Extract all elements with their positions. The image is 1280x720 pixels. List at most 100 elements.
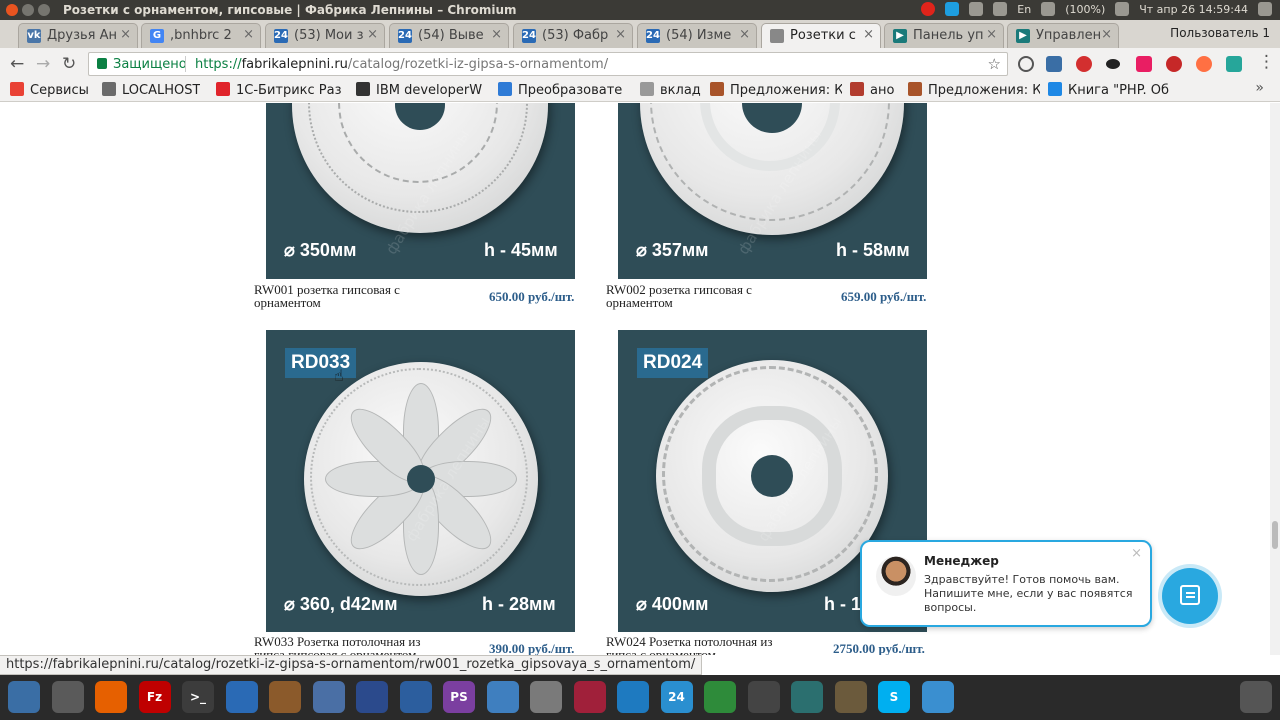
bookmark-item[interactable]: вклад [640,82,701,98]
bookmark-item[interactable]: ано [850,82,894,98]
skype-tray-icon[interactable] [945,2,960,16]
chat-close-icon[interactable]: × [1131,546,1142,561]
teal-extension-icon[interactable] [1226,56,1242,72]
bookmark-item[interactable]: LOCALHOST [102,82,200,98]
chat-popup[interactable]: Менеджер Здравствуйте! Готов помочь вам.… [860,540,1152,627]
product-code-badge: RD033 [285,348,357,378]
volume-icon[interactable] [1115,2,1130,16]
bookmark-item[interactable]: Преобразовате [498,82,622,98]
product-image-rw001[interactable]: фабрика лепнины ⌀ 350мм h - 45мм [266,103,575,279]
pink-extension-icon[interactable] [1136,56,1152,72]
network-app-icon[interactable] [312,681,345,713]
blender-app-icon[interactable] [399,681,432,713]
record-icon[interactable] [921,2,936,16]
tab-close-icon[interactable]: × [243,27,254,42]
tab-3[interactable]: 24 (53) Мои з × [265,23,385,48]
terminal-app-icon[interactable]: >_ [182,681,214,713]
bookmark-item[interactable]: Предложения: К [710,82,842,98]
forward-icon[interactable]: → [36,54,50,74]
inkscape-app-icon[interactable] [747,681,780,713]
power-icon[interactable] [1258,2,1272,16]
user-profile-button[interactable]: Пользователь 1 [1170,26,1270,40]
timer-extension-icon[interactable] [1018,56,1034,72]
spreadsheet-app-icon[interactable] [704,681,736,713]
product-name[interactable]: RW001 розетка гипсовая с орнаментом [254,283,454,309]
scrollbar-thumb[interactable] [1272,521,1278,549]
skype-app-icon[interactable]: S [878,681,910,713]
product-price: 2750.00 руб./шт. [833,641,925,655]
tab-6[interactable]: 24 (54) Изме × [637,23,757,48]
vpn-app-icon[interactable] [791,681,823,713]
chat-open-button[interactable] [1162,568,1218,624]
close-window-icon[interactable] [6,4,18,16]
clock[interactable]: Чт апр 26 14:59:44 [1139,3,1248,16]
keyboard-layout[interactable]: En [1017,3,1031,16]
trash-icon[interactable] [1240,681,1272,713]
tab-9[interactable]: ▶ Управлен × [1007,23,1119,48]
tab-8[interactable]: ▶ Панель уп × [884,23,1004,48]
bookmark-item[interactable]: IBM developerW [356,82,482,98]
url-text[interactable]: https://fabrikalepnini.ru/catalog/rozetk… [195,57,608,72]
bookmark-item[interactable]: Книга "PHP. Об [1048,82,1169,98]
editor-app-icon[interactable] [356,681,388,713]
lastpass-icon[interactable] [1166,56,1182,72]
files-app-icon[interactable] [51,681,84,713]
chrome-app-icon[interactable] [486,681,519,713]
tab-4[interactable]: 24 (54) Выве × [389,23,509,48]
archive-app-icon[interactable] [269,681,301,713]
orange-extension-icon[interactable] [1196,56,1212,72]
secure-label[interactable]: Защищено [113,57,187,72]
address-bar[interactable]: Защищено https://fabrikalepnini.ru/catal… [88,52,1008,76]
minimize-window-icon[interactable] [22,4,34,16]
product-name[interactable]: RW024 Розетка потолочная из гипса с орна… [606,635,806,655]
system-tray: En (100%) Чт апр 26 14:59:44 [921,2,1272,16]
bookmark-star-icon[interactable]: ☆ [988,55,1001,73]
text-editor-app-icon[interactable] [530,681,562,713]
tab-close-icon[interactable]: × [739,27,750,42]
back-icon[interactable]: ← [10,54,24,74]
chromium-app-icon[interactable] [8,681,40,713]
writer-app-icon[interactable] [225,681,258,713]
eye-extension-icon[interactable] [1106,59,1120,69]
product-image-rd033[interactable]: RD033 фабрика лепнины ⌀ 360, d42мм h - 2… [266,330,575,632]
screenshot-extension-icon[interactable] [1046,56,1062,72]
product-image-rw002[interactable]: фабрика лепнины ⌀ 357мм h - 58мм [618,103,927,279]
menu-dots-icon[interactable]: ⋮ [1258,52,1275,72]
firefox-app-icon[interactable] [95,681,127,713]
bookmark-item[interactable]: Предложения: К [908,82,1040,98]
lock-icon[interactable] [97,58,107,69]
game-app-icon[interactable] [573,681,606,713]
adblock-icon[interactable] [1076,56,1092,72]
product-name[interactable]: RW033 Розетка потолочная из гипса гипсов… [254,635,454,655]
tab-close-icon[interactable]: × [120,27,131,42]
settings-app-icon[interactable] [921,681,954,713]
bluetooth-icon[interactable] [993,2,1008,16]
maximize-window-icon[interactable] [38,4,50,16]
play-icon: ▶ [1016,29,1030,43]
tab-close-icon[interactable]: × [615,27,626,42]
tab-close-icon[interactable]: × [863,27,874,42]
filezilla-app-icon[interactable]: Fz [138,681,171,713]
tab-close-icon[interactable]: × [367,27,378,42]
tab-close-icon[interactable]: × [1101,27,1112,42]
page-scrollbar[interactable] [1270,103,1280,655]
product-name[interactable]: RW002 розетка гипсовая с орнаментом [606,283,806,309]
bitrix24-app-icon[interactable]: 24 [660,681,693,713]
gimp-app-icon[interactable] [834,681,867,713]
wifi-icon[interactable] [969,2,984,16]
tab-1[interactable]: vk Друзья Ан × [18,23,138,48]
bookmark-item[interactable]: Сервисы [10,82,89,98]
more-bookmarks-icon[interactable]: » [1255,80,1264,96]
battery-icon[interactable] [1041,2,1056,16]
tab-7[interactable]: Розетки с × [761,23,881,48]
tool-icon [498,82,512,96]
tab-2[interactable]: G ,bnhbrc 2 × [141,23,261,48]
tab-5[interactable]: 24 (53) Фабр × [513,23,633,48]
reload-icon[interactable]: ↻ [62,54,76,74]
tab-close-icon[interactable]: × [491,27,502,42]
tab-close-icon[interactable]: × [986,27,997,42]
bookmarks-bar: » Сервисы LOCALHOST 1С-Битрикс Раз IBM deve… [0,80,1280,102]
bookmark-item[interactable]: 1С-Битрикс Раз [216,82,342,98]
monitor-app-icon[interactable] [617,681,649,713]
phpstorm-app-icon[interactable]: PS [443,681,475,713]
